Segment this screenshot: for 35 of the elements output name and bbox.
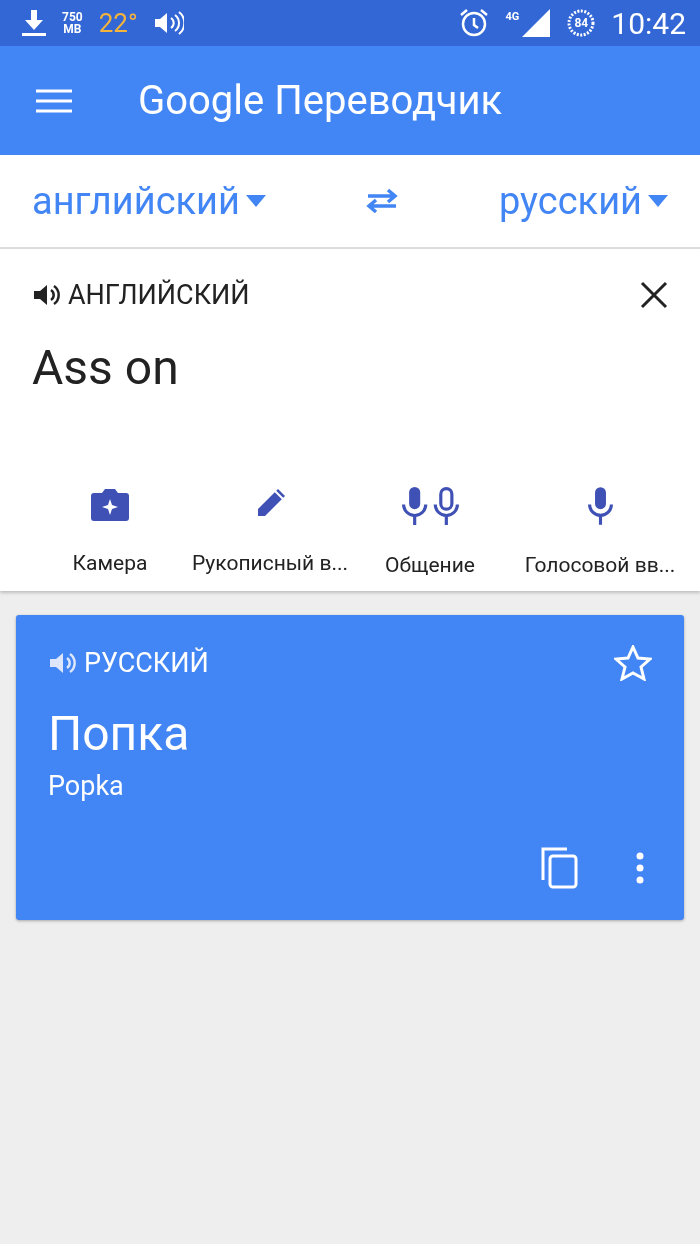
speaker-icon[interactable] <box>32 282 62 308</box>
input-mode-button[interactable]: Рукописный в... <box>190 487 350 577</box>
input-mode-button[interactable]: Общение <box>350 487 510 577</box>
more-options-icon[interactable] <box>636 852 644 884</box>
menu-icon[interactable] <box>36 88 72 113</box>
camera-icon <box>90 487 130 523</box>
temperature: 22° <box>98 8 138 38</box>
app-logo: Google <box>138 77 265 124</box>
target-language-label: РУССКИЙ <box>84 647 209 679</box>
app-title: Переводчик <box>274 77 503 124</box>
microphones-icon <box>401 487 459 525</box>
battery-ring-icon <box>567 9 596 37</box>
input-mode-button[interactable]: Камера <box>30 487 190 577</box>
translation-text: Попка <box>48 705 191 762</box>
battery-level: 84 <box>574 16 589 30</box>
source-text[interactable]: Ass on <box>0 311 700 439</box>
source-language-label: АНГЛИЙСКИЙ <box>68 279 250 311</box>
clock: 10:42 <box>611 5 686 41</box>
signal-icon <box>521 8 552 38</box>
close-icon[interactable] <box>640 281 668 309</box>
star-icon[interactable] <box>614 645 652 681</box>
memory-value: 750 <box>62 11 83 23</box>
copy-icon[interactable] <box>540 846 580 890</box>
dropdown-caret-icon <box>648 195 668 207</box>
target-language-dropdown[interactable]: русский <box>498 179 668 223</box>
memory-unit: MB <box>63 23 82 35</box>
alarm-icon <box>459 8 490 38</box>
input-mode-button[interactable]: Голосовой вв... <box>510 487 690 577</box>
volume-icon <box>153 11 184 35</box>
download-icon <box>22 9 46 37</box>
source-language-dropdown[interactable]: английский <box>32 179 266 223</box>
network-type: 4G <box>505 10 520 23</box>
dropdown-caret-icon <box>245 195 266 207</box>
transliteration-text: Popka <box>48 770 125 802</box>
microphone-icon <box>587 487 613 525</box>
